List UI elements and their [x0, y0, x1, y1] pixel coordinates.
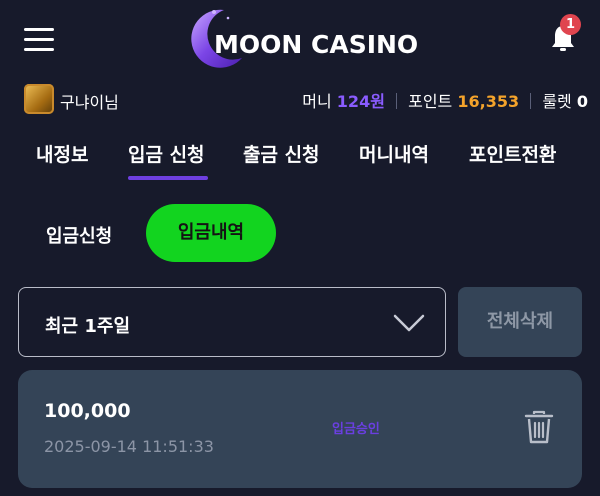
tab-money-history[interactable]: 머니내역 — [359, 140, 429, 167]
record-amount: 100,000 — [44, 400, 131, 422]
divider — [396, 93, 398, 109]
main-tabs: 내정보 입금 신청 출금 신청 머니내역 포인트전환 — [0, 130, 600, 182]
status-badge: 입금승인 — [332, 422, 380, 437]
subtab-deposit-request[interactable]: 입금신청 — [46, 222, 112, 248]
point-label: 포인트 — [408, 92, 453, 111]
menu-line — [24, 28, 54, 31]
logo-text: MOON CASINO — [214, 30, 419, 59]
tab-deposit-request[interactable]: 입금 신청 — [128, 140, 205, 167]
roulette-label: 룰렛 — [542, 92, 572, 111]
point-value: 16,353 — [457, 92, 520, 111]
tab-my-info[interactable]: 내정보 — [36, 140, 88, 167]
app-root: MOON CASINO 1 구냐이님 머니 124원 포인트 16,353 룰렛… — [0, 0, 600, 496]
delete-all-button[interactable]: 전체삭제 — [458, 287, 582, 357]
record-datetime: 2025-09-14 11:51:33 — [44, 437, 214, 456]
roulette-value: 0 — [576, 92, 588, 111]
avatar — [24, 84, 54, 114]
trash-icon[interactable] — [524, 410, 554, 444]
chevron-down-icon — [393, 314, 425, 332]
user-name: 구냐이님 — [60, 93, 119, 112]
tab-point-convert[interactable]: 포인트전환 — [469, 140, 556, 167]
tab-withdraw-request[interactable]: 출금 신청 — [243, 140, 320, 167]
list-item: 100,000 2025-09-14 11:51:33 입금승인 — [18, 370, 582, 488]
period-select-value: 최근 1주일 — [45, 316, 131, 337]
active-tab-indicator — [128, 176, 208, 180]
menu-line — [24, 38, 54, 41]
hamburger-icon[interactable] — [24, 28, 54, 52]
money-value: 124원 — [336, 92, 385, 111]
logo[interactable]: MOON CASINO — [184, 6, 420, 72]
subtab-deposit-history[interactable]: 입금내역 — [146, 204, 276, 262]
menu-line — [24, 48, 54, 51]
period-select[interactable]: 최근 1주일 — [18, 287, 446, 357]
divider — [530, 93, 532, 109]
wallet-summary: 머니 124원 포인트 16,353 룰렛 0 — [302, 88, 588, 112]
notification-badge: 1 — [560, 14, 581, 35]
money-label: 머니 — [302, 92, 332, 111]
